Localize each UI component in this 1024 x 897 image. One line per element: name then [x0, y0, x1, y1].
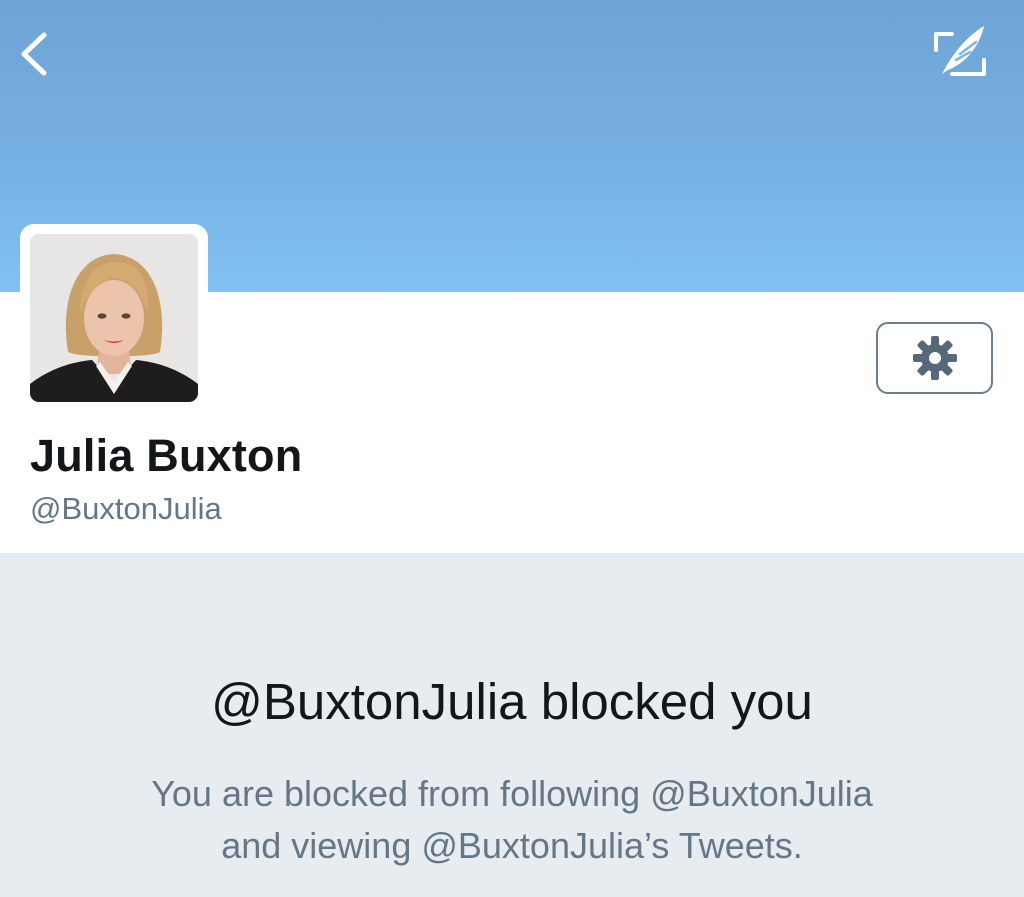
blocked-description-line-1: You are blocked from following @BuxtonJu… [151, 773, 873, 814]
profile-display-name: Julia Buxton [30, 430, 303, 481]
avatar[interactable] [20, 224, 208, 412]
gear-icon [912, 336, 957, 380]
settings-button[interactable] [876, 322, 993, 394]
profile-handle: @BuxtonJulia [30, 491, 222, 526]
chevron-left-icon [21, 32, 47, 76]
profile-screen: Julia Buxton @BuxtonJulia @BuxtonJulia b… [0, 0, 1024, 897]
blocked-description: You are blocked from following @BuxtonJu… [0, 768, 1024, 872]
back-button[interactable] [14, 28, 58, 80]
blocked-title: @BuxtonJulia blocked you [211, 673, 813, 730]
compose-quill-icon [934, 26, 986, 76]
compose-tweet-button[interactable] [928, 20, 992, 84]
blocked-description-line-2: and viewing @BuxtonJulia’s Tweets. [221, 825, 803, 866]
profile-photo [30, 234, 198, 402]
